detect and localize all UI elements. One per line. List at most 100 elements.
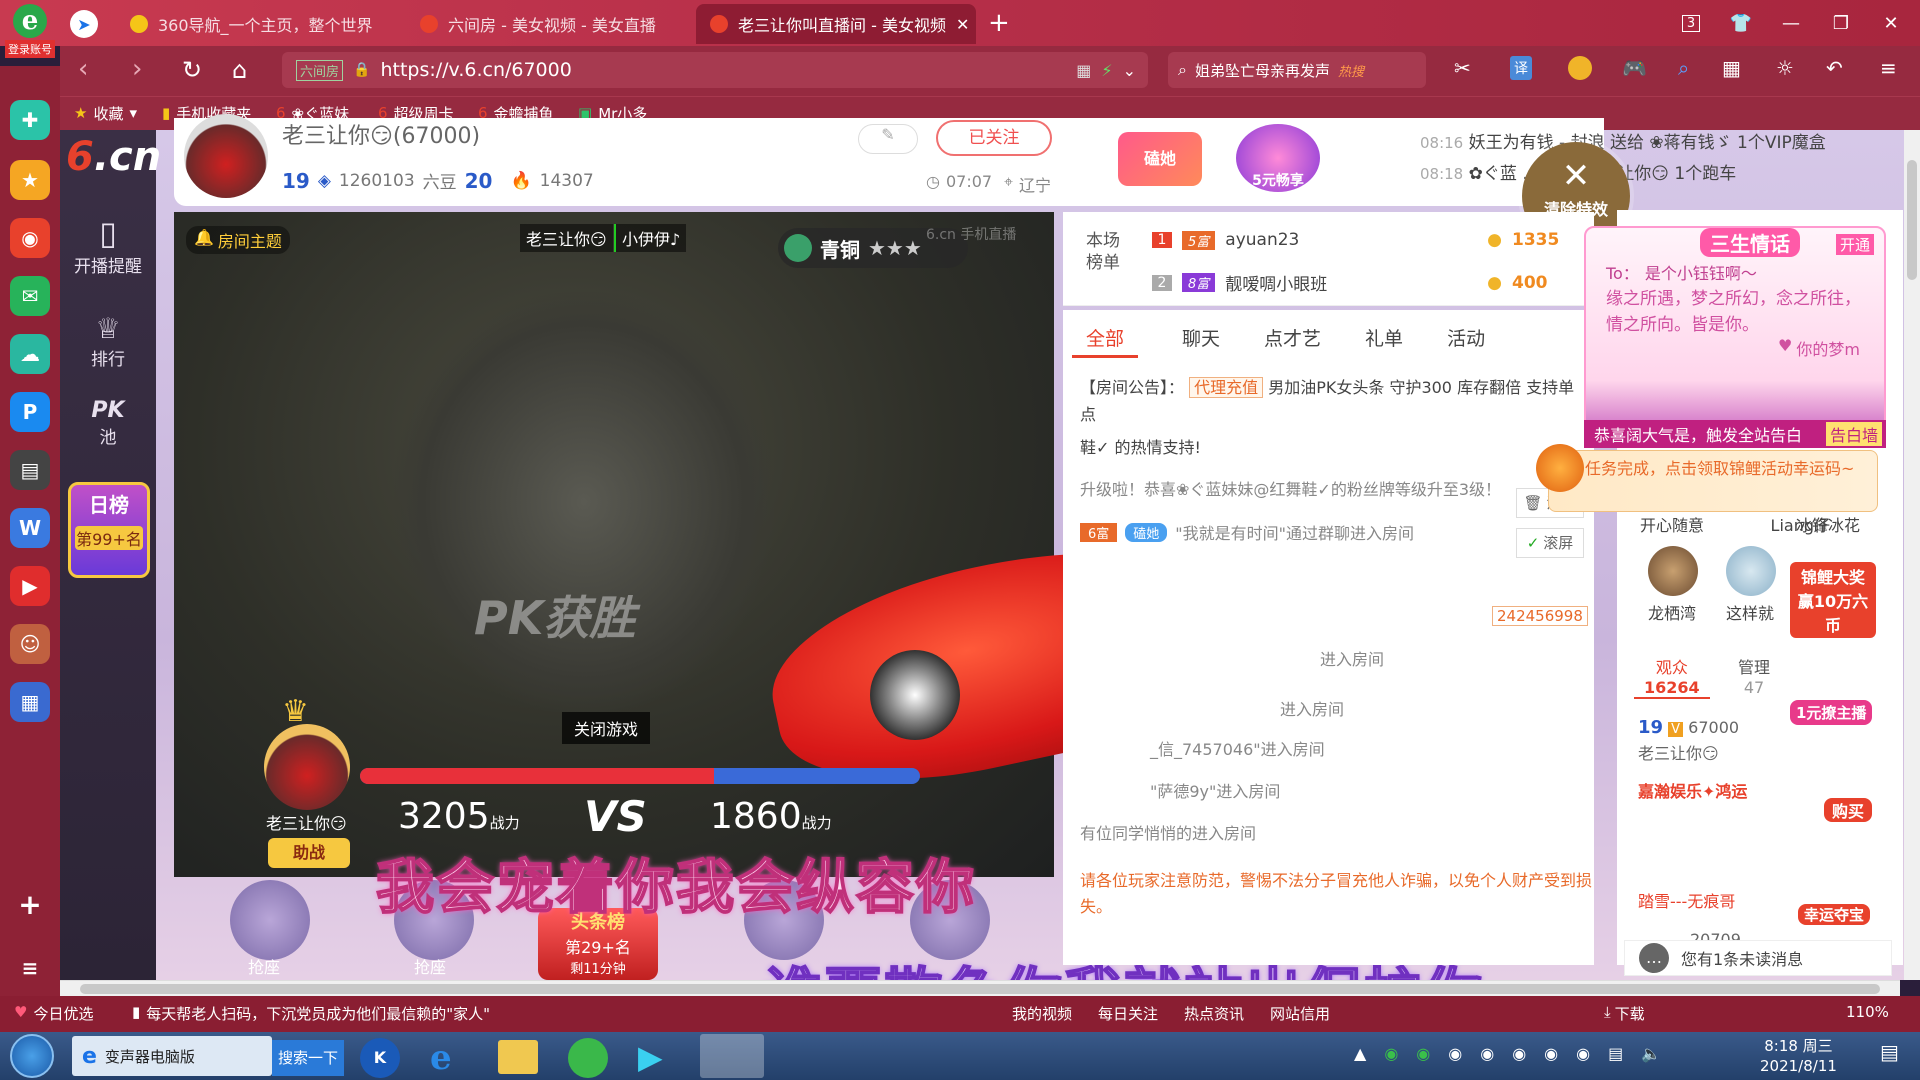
heart-badge[interactable]: 磕她 — [1118, 132, 1202, 186]
coin-icon[interactable] — [1568, 56, 1592, 80]
promo-1yuan[interactable]: 1元撩主播 — [1790, 700, 1873, 725]
qr-icon[interactable]: ▦ — [1076, 61, 1091, 80]
tab-live-room[interactable]: 老三让你叫直播间 - 美女视频 ✕ — [696, 4, 976, 44]
car-number[interactable]: 242456998 — [1492, 606, 1588, 626]
taskbar-player-icon[interactable]: ▶ — [638, 1038, 663, 1076]
sidebar-list-icon[interactable]: ≡ — [10, 948, 50, 988]
tray-qq-icon[interactable]: ◉ — [1544, 1044, 1558, 1063]
task-complete-toast[interactable]: 任务完成，点击领取锦鲤活动幸运码~ — [1548, 450, 1878, 512]
tray-360-icon[interactable]: ◉ — [1416, 1044, 1430, 1063]
browser-logo[interactable]: e 登录账号 — [4, 4, 56, 62]
scroll-lock-button[interactable]: ✓ 滚屏 — [1516, 528, 1584, 558]
pk-avatar[interactable] — [264, 724, 350, 810]
tray-volume-icon[interactable]: 🔈 — [1641, 1044, 1661, 1063]
share-icon[interactable]: ✎ — [858, 124, 918, 154]
sidebar-weibo-icon[interactable]: ◉ — [10, 218, 50, 258]
tray-qq-icon[interactable]: ◉ — [1480, 1044, 1494, 1063]
shirt-skin-icon[interactable]: 👕 — [1724, 8, 1758, 38]
grab-seat-button[interactable]: 抢座 — [414, 954, 446, 978]
lucky-treasure-button[interactable]: 幸运夺宝 — [1798, 904, 1871, 925]
grab-seat-button[interactable]: 抢座 — [248, 954, 280, 978]
confess-wall-button[interactable]: 告白墙 — [1825, 422, 1882, 446]
reload-icon[interactable]: ↻ — [182, 56, 202, 84]
tab-close-icon[interactable]: ✕ — [956, 15, 969, 34]
tab-gifts[interactable]: 礼单 — [1365, 320, 1403, 358]
tab-360-nav[interactable]: 360导航_一个主页，整个世界 — [116, 4, 396, 44]
seat-slot-1[interactable] — [230, 880, 310, 960]
taskbar-ie-icon[interactable]: e — [430, 1038, 452, 1078]
show-desktop-button[interactable]: ▤ — [1880, 1040, 1910, 1076]
nav-pk-pool[interactable]: PK 池 — [60, 398, 156, 448]
tray-qq-icon[interactable]: ◉ — [1576, 1044, 1590, 1063]
assist-button[interactable]: 助战 — [268, 838, 350, 868]
nav-compass-icon[interactable]: ➤ — [70, 10, 98, 38]
scissors-icon[interactable]: ✂ — [1454, 56, 1471, 80]
download-button[interactable]: ⤓ 下载 — [1604, 1003, 1645, 1024]
fan-avatar[interactable] — [1648, 546, 1698, 596]
search-suggestion[interactable]: 姐弟坠亡母亲再发声 — [1195, 60, 1330, 81]
url-bar[interactable]: 六间房 🔒 https://v.6.cn/67000 ▦ ⚡ ⌄ — [282, 52, 1148, 88]
magnifier-icon[interactable]: ⌕ — [1678, 56, 1689, 80]
tab-talent[interactable]: 点才艺 — [1264, 320, 1321, 358]
ranking-row[interactable]: 2 8富 靓嗳啁小眼班 ● 400 — [1152, 270, 1572, 295]
audience-row[interactable]: 嘉瀚娱乐✦鸿运 — [1638, 778, 1747, 802]
login-label[interactable]: 登录账号 — [5, 40, 55, 58]
back-icon[interactable]: ‹ — [78, 54, 88, 84]
search-box[interactable]: ⌕ 姐弟坠亡母亲再发声 热搜 — [1168, 52, 1426, 88]
sidebar-star-icon[interactable]: ★ — [10, 160, 50, 200]
fan-item[interactable]: 冰锋冰花 — [1796, 512, 1860, 536]
audience-tab[interactable]: 观众 16264 — [1634, 654, 1710, 699]
unread-message-bar[interactable]: … 您有1条未读消息 — [1624, 940, 1892, 976]
tab-activity[interactable]: 活动 — [1447, 320, 1485, 358]
minimize-icon[interactable]: — — [1774, 8, 1808, 38]
gamepad-icon[interactable]: 🎮 — [1622, 56, 1647, 80]
fan-avatar[interactable] — [1726, 546, 1776, 596]
follow-button[interactable]: 已关注 — [936, 120, 1052, 156]
start-button[interactable] — [10, 1034, 54, 1078]
sidebar-shop-icon[interactable]: ▦ — [10, 682, 50, 722]
home-icon[interactable]: ⌂ — [232, 56, 247, 84]
restore-icon[interactable]: ❐ — [1824, 8, 1858, 38]
chevron-down-icon[interactable]: ⌄ — [1123, 61, 1136, 80]
tray-arrow-icon[interactable]: ▲ — [1354, 1044, 1366, 1063]
promo-badge[interactable]: 5元畅享 — [1236, 124, 1320, 192]
taskbar-clock[interactable]: 8:18 周三 2021/8/11 — [1760, 1036, 1837, 1076]
sidebar-mail-icon[interactable]: ✉ — [10, 276, 50, 316]
today-pick[interactable]: ♥ 今日优选 — [14, 1003, 93, 1024]
open-button[interactable]: 开通 — [1836, 234, 1875, 255]
day-rank-badge[interactable]: 日榜 第99+名 — [68, 482, 150, 578]
room-topic[interactable]: 🔔 房间主题 — [186, 226, 290, 254]
tray-network-icon[interactable]: ▤ — [1608, 1044, 1623, 1063]
news-ticker[interactable]: ▮ 每天帮老人扫码，下沉党员成为他们最信赖的"家人" — [132, 1003, 490, 1024]
6cn-logo[interactable]: 6.cn — [66, 134, 161, 180]
vertical-scrollbar[interactable] — [1904, 130, 1920, 980]
zoom-level[interactable]: 110% — [1846, 1003, 1889, 1021]
brightness-icon[interactable]: ☼ — [1776, 56, 1794, 80]
new-tab-button[interactable]: + — [988, 8, 1010, 38]
ranking-title[interactable]: 本场榜单 — [1086, 230, 1126, 274]
undo-icon[interactable]: ↶ — [1826, 56, 1843, 80]
audience-row[interactable]: 踏雪---无痕哥 — [1638, 888, 1735, 912]
tray-shield-icon[interactable]: ◉ — [1384, 1044, 1398, 1063]
tab-count-badge[interactable]: 3 — [1674, 8, 1708, 38]
bookmark-favorites[interactable]: ★ 收藏 ▾ — [74, 100, 137, 126]
apps-grid-icon[interactable]: ▦ — [1722, 56, 1741, 80]
buy-button[interactable]: 购买 — [1824, 798, 1873, 822]
manager-tab[interactable]: 管理 47 — [1738, 654, 1770, 697]
audience-row[interactable]: 19 V 67000 老三让你😏 — [1638, 716, 1739, 766]
taskbar-k-icon[interactable]: K — [360, 1038, 400, 1078]
taskbar-360-icon[interactable] — [568, 1038, 608, 1078]
close-game-button[interactable]: 关闭游戏 — [562, 712, 651, 744]
sidebar-avatar-icon[interactable]: ☺ — [10, 624, 50, 664]
anchor-avatar[interactable] — [184, 114, 268, 198]
sidebar-game-icon[interactable]: ▤ — [10, 450, 50, 490]
sidebar-add-icon[interactable]: + — [10, 884, 50, 924]
close-window-icon[interactable]: ✕ — [1874, 8, 1908, 38]
forward-icon[interactable]: › — [132, 54, 142, 84]
sidebar-video-icon[interactable]: ▶ — [10, 566, 50, 606]
tab-6cn-home[interactable]: 六间房 - 美女视频 - 美女直播 — [406, 4, 686, 44]
nav-live-reminder[interactable]: ▯ 开播提醒 — [60, 214, 156, 277]
taskbar-search-button[interactable]: 搜索一下 — [272, 1040, 344, 1076]
koi-promo[interactable]: 锦鲤大奖 赢10万六币 — [1790, 562, 1876, 638]
horizontal-scrollbar[interactable] — [60, 980, 1900, 996]
